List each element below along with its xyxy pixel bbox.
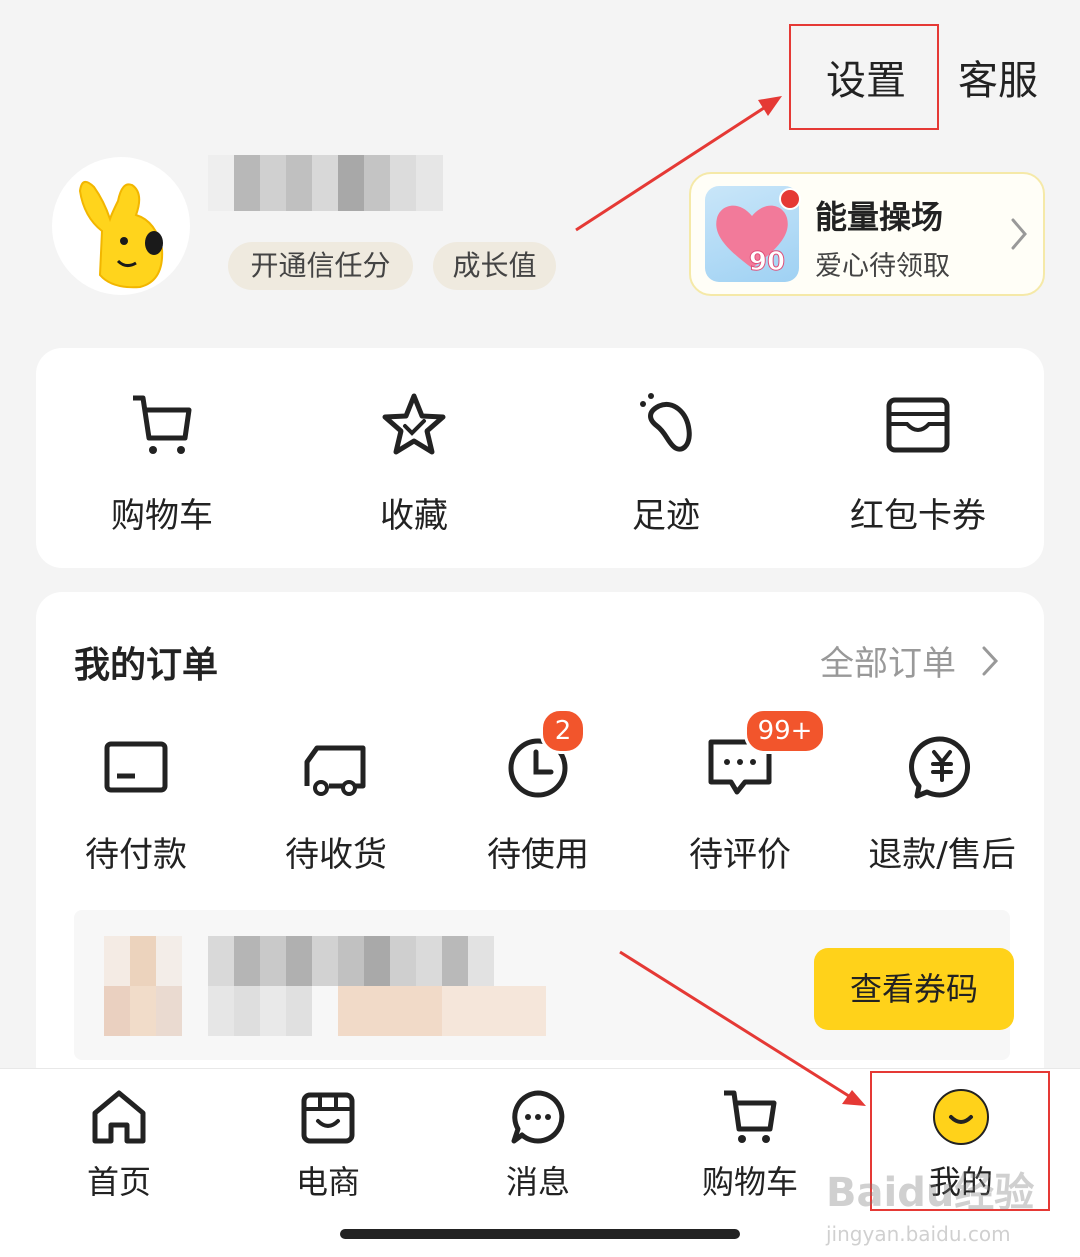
tool-label: 收藏 [380, 496, 448, 536]
nav-label: 电商 [295, 1163, 360, 1201]
all-orders-link[interactable]: 全部订单 [820, 636, 956, 685]
nav-label: 消息 [505, 1163, 570, 1201]
home-icon [14, 1087, 224, 1151]
card-icon [36, 732, 236, 806]
order-label: 待评价 [689, 835, 791, 875]
energy-subtitle: 爱心待领取 [815, 251, 950, 282]
energy-playground-card[interactable]: 90 能量操场 爱心待领取 [689, 172, 1045, 296]
star-icon [288, 390, 540, 464]
truck-icon [236, 732, 436, 806]
my-orders-card: 我的订单 全部订单 待付款 待收货 2 待使用 99+ 待评价 退款/售后 查看… [36, 592, 1044, 1092]
coupon-info-blurred [104, 936, 546, 1036]
message-icon [433, 1087, 643, 1151]
order-pending-receipt[interactable]: 待收货 [236, 732, 436, 882]
order-to-review[interactable]: 99+ 待评价 [640, 708, 840, 882]
shop-icon [223, 1087, 433, 1151]
energy-title: 能量操场 [815, 198, 944, 236]
nav-cart[interactable]: 购物车 [645, 1069, 855, 1209]
orders-title: 我的订单 [74, 645, 219, 686]
trust-score-pill[interactable]: 开通信任分 [228, 242, 413, 290]
order-label: 待收货 [285, 835, 387, 875]
baidu-watermark: Baidu经验 jingyan.baidu.com [826, 1160, 1034, 1246]
clock-icon [438, 732, 638, 806]
arrowhead [758, 96, 782, 116]
order-refund[interactable]: 退款/售后 [842, 732, 1042, 882]
nav-label: 首页 [86, 1163, 151, 1201]
cart-icon [36, 390, 288, 464]
tool-footprint[interactable]: 足迹 [540, 348, 792, 568]
chevron-right-icon [1011, 218, 1027, 250]
notification-dot [779, 188, 801, 210]
home-indicator [340, 1229, 740, 1239]
nav-shop[interactable]: 电商 [223, 1069, 433, 1209]
order-label: 待使用 [487, 835, 589, 875]
watermark-brand: Baidu经验 [826, 1170, 1035, 1216]
order-label: 待付款 [85, 835, 187, 875]
watermark-url: jingyan.baidu.com [826, 1222, 1011, 1246]
chevron-right-icon [982, 646, 999, 676]
coupon-strip: 查看券码 [74, 910, 1014, 1060]
nav-messages[interactable]: 消息 [433, 1069, 643, 1209]
view-coupon-code-button[interactable]: 查看券码 [814, 948, 1014, 1030]
nav-label: 购物车 [701, 1163, 798, 1201]
tool-coupons[interactable]: 红包卡券 [792, 348, 1044, 568]
footprint-icon [540, 390, 792, 464]
order-label: 退款/售后 [868, 835, 1016, 875]
tool-favorites[interactable]: 收藏 [288, 348, 540, 568]
avatar[interactable] [52, 157, 190, 295]
order-to-use[interactable]: 2 待使用 [438, 708, 638, 882]
customer-service-link[interactable]: 客服 [958, 48, 1038, 106]
tool-label: 红包卡券 [850, 496, 986, 536]
tool-label: 足迹 [632, 496, 700, 536]
count-badge: 99+ [744, 708, 826, 754]
svg-text:90: 90 [749, 247, 785, 277]
count-badge: 2 [540, 708, 586, 754]
settings-highlight-box [789, 24, 939, 130]
tool-label: 购物车 [111, 496, 213, 536]
mascot-icon [78, 180, 164, 289]
order-pending-payment[interactable]: 待付款 [36, 732, 236, 882]
tool-cart[interactable]: 购物车 [36, 348, 288, 568]
refund-icon [842, 732, 1042, 806]
nav-home[interactable]: 首页 [14, 1069, 224, 1209]
cart-icon [645, 1087, 855, 1151]
wallet-icon [792, 390, 1044, 464]
quick-tools-card: 购物车 收藏 足迹 红包卡券 [36, 348, 1044, 568]
username-blurred [208, 155, 443, 211]
growth-value-pill[interactable]: 成长值 [433, 242, 556, 290]
